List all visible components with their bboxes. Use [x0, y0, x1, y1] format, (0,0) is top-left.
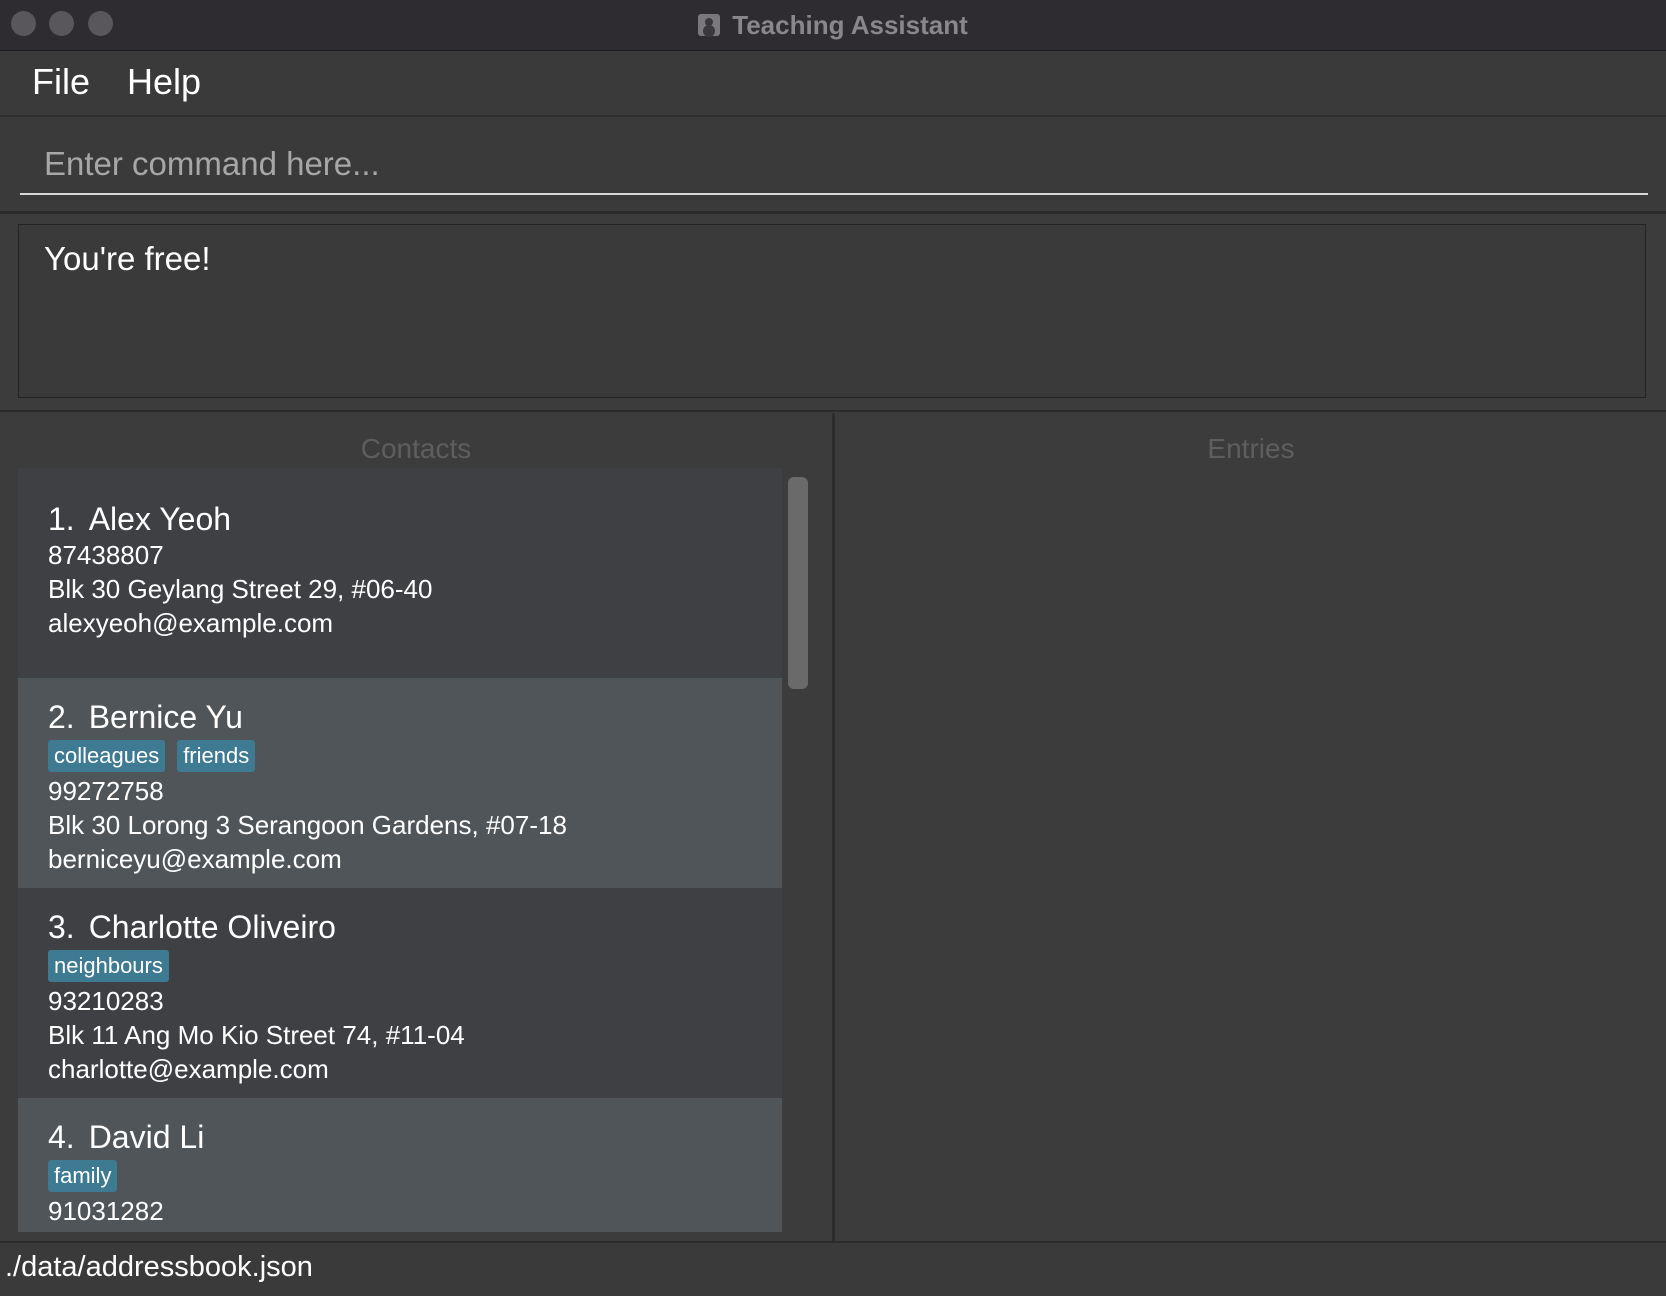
menu-file[interactable]: File: [32, 61, 90, 103]
contact-name: Alex Yeoh: [88, 501, 232, 537]
contact-name: Charlotte Oliveiro: [88, 909, 336, 945]
result-display: You're free!: [18, 224, 1646, 398]
menu-help[interactable]: Help: [127, 61, 201, 103]
contact-address: Blk 30 Lorong 3 Serangoon Gardens, #07-1…: [48, 810, 567, 840]
contact-card[interactable]: 4. David Li family 91031282: [18, 1098, 782, 1232]
tag-badge: colleagues: [48, 740, 166, 772]
window-title: Teaching Assistant: [732, 9, 968, 40]
contact-card[interactable]: 3. Charlotte Oliveiro neighbours 93210283…: [18, 888, 782, 1098]
contact-card[interactable]: 2. Bernice Yu colleagues friends 99272758 …: [18, 678, 782, 888]
contact-name: David Li: [88, 1119, 205, 1155]
contacts-header: Contacts: [360, 433, 472, 464]
window-title-wrap: Teaching Assistant: [0, 0, 1666, 50]
contact-name-row: 3. Charlotte Oliveiro: [48, 908, 782, 946]
app-icon: [698, 14, 721, 36]
contact-tags: colleagues friends: [48, 740, 782, 772]
contact-address: Blk 11 Ang Mo Kio Street 74, #11-04: [48, 1020, 465, 1050]
command-box: [0, 117, 1666, 214]
contact-index: 2.: [48, 699, 75, 735]
contact-index: 4.: [48, 1119, 75, 1155]
contact-name-row: 2. Bernice Yu: [48, 698, 782, 736]
tag-badge: family: [48, 1160, 118, 1192]
tag-badge: friends: [177, 740, 256, 772]
contact-name: Bernice Yu: [88, 699, 243, 735]
contact-phone: 87438807: [48, 540, 164, 570]
command-input[interactable]: [20, 135, 1648, 195]
contact-phone: 93210283: [48, 986, 164, 1016]
contact-tags: neighbours: [48, 950, 782, 982]
contact-email: charlotte@example.com: [48, 1054, 329, 1084]
contact-phone: 99272758: [48, 776, 164, 806]
contact-phone: 91031282: [48, 1196, 164, 1226]
result-message: You're free!: [44, 240, 211, 277]
title-bar: Teaching Assistant: [0, 0, 1666, 51]
app-window: Teaching Assistant File Help You're free…: [0, 0, 1666, 1296]
contact-index: 3.: [48, 909, 75, 945]
contact-email: alexyeoh@example.com: [48, 608, 334, 638]
data-file-path: ./data/addressbook.json: [5, 1251, 313, 1283]
contacts-list[interactable]: 1. Alex Yeoh 87438807 Blk 30 Geylang Stre…: [18, 468, 782, 1232]
status-bar: ./data/addressbook.json: [0, 1241, 1666, 1296]
section-divider: [0, 410, 1666, 412]
contact-tags: family: [48, 1160, 782, 1192]
contacts-scrollbar[interactable]: [788, 477, 808, 689]
contact-address: Blk 30 Geylang Street 29, #06-40: [48, 574, 433, 604]
menu-bar: File Help: [0, 51, 1666, 117]
contacts-panel: Contacts 1. Alex Yeoh 87438807 Blk 30 Gey…: [0, 413, 835, 1241]
contact-card[interactable]: 1. Alex Yeoh 87438807 Blk 30 Geylang Stre…: [18, 468, 782, 678]
entries-panel: Entries: [836, 413, 1666, 1241]
entries-header: Entries: [1207, 433, 1295, 464]
tag-badge: neighbours: [48, 950, 169, 982]
contact-name-row: 1. Alex Yeoh: [48, 500, 782, 538]
contact-index: 1.: [48, 501, 75, 537]
contact-email: berniceyu@example.com: [48, 844, 342, 874]
contact-name-row: 4. David Li: [48, 1118, 782, 1156]
